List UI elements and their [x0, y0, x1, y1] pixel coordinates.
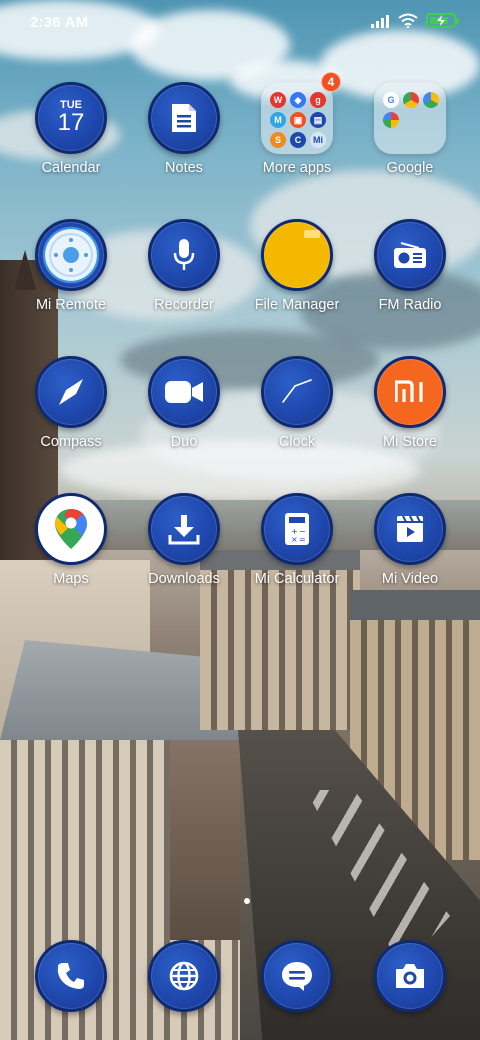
remote-icon [35, 219, 107, 291]
svg-text:×: × [291, 535, 298, 544]
calculator-icon: + − × = [261, 493, 333, 565]
app-label: Notes [165, 160, 203, 176]
mi-pay2-icon: Mi [310, 132, 326, 148]
mi-community-icon: M [270, 112, 286, 128]
gboard-icon: g [310, 92, 326, 108]
app-label: Mi Calculator [254, 571, 340, 587]
app-recorder[interactable]: Recorder [128, 219, 240, 331]
app-label: Recorder [154, 297, 214, 313]
app-label: Maps [53, 571, 89, 587]
mi-pay-icon: ▣ [290, 112, 306, 128]
app-label: Google [386, 160, 434, 176]
app-downloads[interactable]: Downloads [128, 493, 240, 605]
status-icons [370, 13, 459, 28]
shareme-icon: S [270, 132, 286, 148]
drive-icon [423, 92, 439, 108]
microphone-icon [148, 219, 220, 291]
app-notes[interactable]: Notes [128, 82, 240, 194]
app-mi-calculator[interactable]: + − × = Mi Calculator [241, 493, 353, 605]
app-label: FM Radio [378, 297, 442, 313]
notification-badge: 4 [321, 72, 341, 92]
battery-charging-icon [426, 13, 459, 28]
app-label: Calendar [41, 160, 101, 176]
app-mi-remote[interactable]: Mi Remote [15, 219, 127, 331]
app-fm-radio[interactable]: FM Radio [354, 219, 466, 331]
notes-icon [148, 82, 220, 154]
folder-icon: G [374, 82, 446, 154]
app-label: Duo [170, 434, 198, 450]
messages-icon [282, 962, 312, 991]
app-duo[interactable]: Duo [128, 356, 240, 468]
maps-pin-icon [35, 493, 107, 565]
video-clapper-icon [374, 493, 446, 565]
dock-camera[interactable] [374, 940, 446, 1012]
chrome-icon [403, 92, 419, 108]
app-file-manager[interactable]: File Manager [241, 219, 353, 331]
app-maps[interactable]: Maps [15, 493, 127, 605]
app-label: Mi Remote [35, 297, 107, 313]
signal-icon [371, 14, 389, 28]
status-time: 2:36 AM [30, 14, 89, 31]
page-indicator [244, 898, 250, 904]
folder-more-apps[interactable]: W ◆ g M ▣ ▤ S C Mi 4 More apps [241, 72, 353, 194]
mi-logo-icon [374, 356, 446, 428]
compass-icon [35, 356, 107, 428]
wps-icon: W [270, 92, 286, 108]
folder-icon: W ◆ g M ▣ ▤ S C Mi 4 [261, 72, 341, 154]
folder-google[interactable]: G Google [354, 82, 466, 194]
app-label: More apps [262, 160, 332, 176]
photos-icon [383, 112, 399, 128]
app-label: File Manager [254, 297, 340, 313]
app-label: Clock [278, 434, 316, 450]
app-clock[interactable]: Clock [241, 356, 353, 468]
video-camera-icon [148, 356, 220, 428]
app-label: Mi Store [383, 434, 437, 450]
cleaner-icon: C [290, 132, 306, 148]
app-mi-video[interactable]: Mi Video [354, 493, 466, 605]
camera-icon [396, 964, 424, 988]
app-compass[interactable]: Compass [15, 356, 127, 468]
dock-phone[interactable] [35, 940, 107, 1012]
dock-messages[interactable] [261, 940, 333, 1012]
download-icon [148, 493, 220, 565]
phone-icon [57, 963, 84, 989]
app-label: Compass [40, 434, 102, 450]
wifi-icon [398, 13, 418, 28]
themes-icon: ▤ [310, 112, 326, 128]
app-label: Downloads [148, 571, 220, 587]
folder-yellow-icon [261, 219, 333, 291]
calendar-date: 17 [57, 109, 85, 136]
clock-icon [261, 356, 333, 428]
radio-icon [374, 219, 446, 291]
status-bar: 2:36 AM [0, 0, 480, 44]
calendar-icon: TUE 17 [35, 82, 107, 154]
app-calendar[interactable]: TUE 17 Calendar [15, 82, 127, 194]
dock-browser[interactable] [148, 940, 220, 1012]
browser-globe-icon [169, 961, 199, 991]
mi-app-icon: ◆ [290, 92, 306, 108]
app-label: Mi Video [381, 571, 439, 587]
svg-text:=: = [299, 535, 306, 544]
app-mi-store[interactable]: Mi Store [354, 356, 466, 468]
google-icon: G [383, 92, 399, 108]
